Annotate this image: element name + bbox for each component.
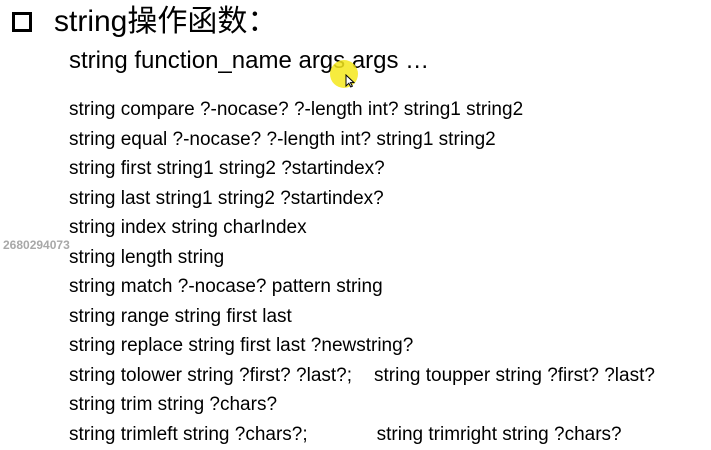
- function-line: string length string: [69, 243, 655, 273]
- function-line: string compare ?-nocase? ?-length int? s…: [69, 95, 655, 125]
- function-line: string equal ?-nocase? ?-length int? str…: [69, 125, 655, 155]
- function-signature: string tolower string ?first? ?last?;: [69, 364, 353, 386]
- function-signature: string trimleft string ?chars?;: [69, 423, 308, 445]
- mouse-pointer-icon: [345, 74, 355, 88]
- watermark-number: 2680294073: [3, 238, 70, 252]
- function-signature: string equal ?-nocase? ?-length int? str…: [69, 128, 496, 150]
- function-line: string match ?-nocase? pattern string: [69, 272, 655, 302]
- slide-title: string操作函数：: [12, 4, 277, 40]
- function-list: string compare ?-nocase? ?-length int? s…: [69, 95, 655, 449]
- function-signature: string range string first last: [69, 305, 292, 327]
- function-signature: string index string charIndex: [69, 217, 307, 238]
- function-signature: string trim string ?chars?: [69, 394, 278, 415]
- function-signature: string trimright string ?chars?: [376, 423, 622, 445]
- function-line: string index string charIndex: [69, 213, 655, 243]
- function-line: string range string first last: [69, 302, 655, 332]
- syntax-line: string function_name args args …: [69, 47, 430, 74]
- function-signature: string match ?-nocase? pattern string: [69, 276, 383, 297]
- function-line: string replace string first last ?newstr…: [69, 331, 655, 361]
- function-signature: string length string: [69, 246, 225, 268]
- function-line: string tolower string ?first? ?last?; str…: [69, 361, 655, 391]
- function-line: string trimleft string ?chars?; string tr…: [69, 420, 655, 450]
- function-line: string first string1 string2 ?startindex…: [69, 154, 655, 184]
- checkbox-icon: [12, 12, 32, 32]
- title-text: string操作函数：: [54, 5, 278, 38]
- function-signature: string toupper string ?first? ?last?: [374, 364, 655, 386]
- function-signature: string last string1 string2 ?startindex?: [69, 187, 384, 209]
- function-signature: string first string1 string2 ?startindex…: [69, 158, 385, 179]
- function-signature: string replace string first last ?newstr…: [69, 335, 414, 356]
- function-line: string last string1 string2 ?startindex?: [69, 184, 655, 214]
- function-signature: string compare ?-nocase? ?-length int? s…: [69, 99, 524, 120]
- function-line: string trim string ?chars?: [69, 390, 655, 420]
